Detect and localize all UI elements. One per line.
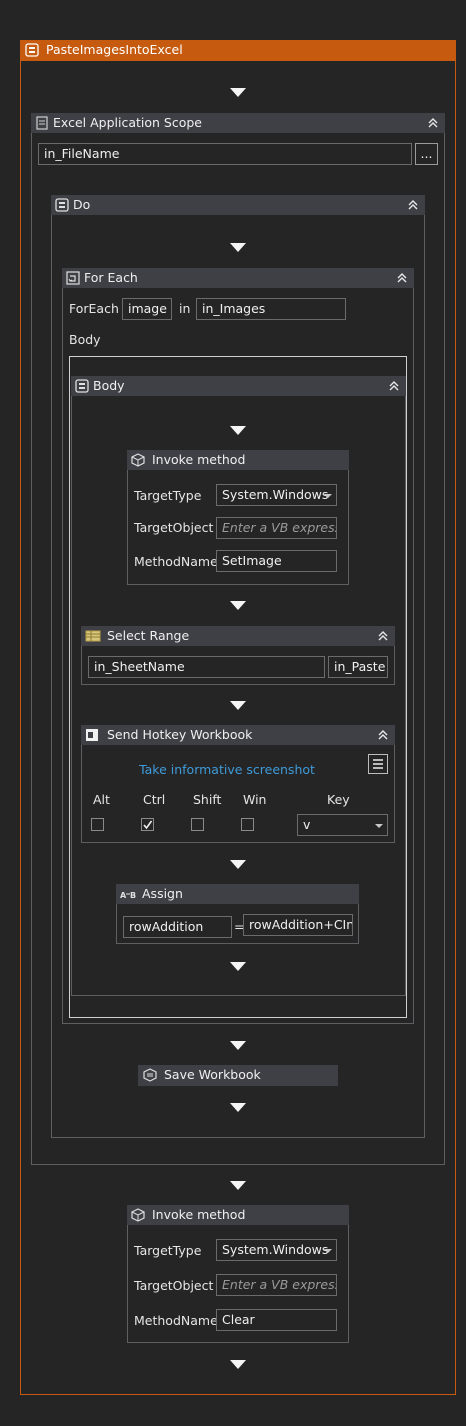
send-hotkey-header[interactable]: Send Hotkey Workbook xyxy=(81,725,395,745)
target-object-input[interactable]: Enter a VB express xyxy=(216,1274,337,1296)
key-select[interactable]: v xyxy=(297,814,388,836)
take-screenshot-link[interactable]: Take informative screenshot xyxy=(81,762,373,778)
cube-icon xyxy=(131,1208,145,1222)
shift-checkbox[interactable] xyxy=(191,818,204,831)
drop-arrow-icon xyxy=(230,1181,246,1190)
invoke-method-title: Invoke method xyxy=(152,452,246,467)
assign-title: Assign xyxy=(142,886,183,901)
shift-label: Shift xyxy=(193,792,222,807)
target-type-label: TargetType xyxy=(134,488,202,503)
dropdown-arrow-icon xyxy=(324,1249,332,1253)
for-each-header[interactable]: For Each xyxy=(62,268,414,288)
body-title: Body xyxy=(93,378,125,393)
for-each-icon xyxy=(66,271,80,285)
win-checkbox[interactable] xyxy=(241,818,254,831)
drop-arrow-icon xyxy=(230,962,246,971)
check-icon xyxy=(143,820,153,830)
keyboard-icon xyxy=(85,728,99,742)
collapse-icon[interactable] xyxy=(376,629,390,643)
assign-header[interactable]: AB Assign xyxy=(116,884,359,904)
excel-scope-header[interactable]: Excel Application Scope xyxy=(31,113,445,133)
target-type-value: System.Windows xyxy=(222,487,329,502)
drop-arrow-icon xyxy=(230,243,246,252)
foreach-collection-input[interactable]: in_Images xyxy=(196,298,346,320)
collapse-icon[interactable] xyxy=(387,379,401,393)
dropdown-arrow-icon xyxy=(324,494,332,498)
assign-value-input[interactable]: rowAddition+CIn xyxy=(243,914,353,936)
sheet-name-input[interactable]: in_SheetName xyxy=(88,656,325,678)
save-workbook-title: Save Workbook xyxy=(164,1067,261,1082)
key-label: Key xyxy=(327,792,350,807)
drop-arrow-icon xyxy=(230,701,246,710)
drop-arrow-icon xyxy=(230,860,246,869)
sequence-header[interactable]: PasteImagesIntoExcel xyxy=(20,40,456,61)
alt-label: Alt xyxy=(93,792,110,807)
drop-arrow-icon xyxy=(230,1103,246,1112)
foreach-item-input[interactable]: image xyxy=(122,298,172,320)
alt-checkbox[interactable] xyxy=(91,818,104,831)
method-name-input[interactable]: SetImage xyxy=(216,550,337,572)
menu-icon[interactable] xyxy=(368,754,388,774)
browse-button[interactable]: ... xyxy=(415,143,438,165)
assign-to-input[interactable]: rowAddition xyxy=(123,916,232,938)
method-name-label: MethodName xyxy=(134,554,218,569)
save-workbook-activity[interactable]: Save Workbook xyxy=(138,1065,338,1086)
key-value: v xyxy=(303,817,311,832)
target-object-placeholder: Enter a VB express xyxy=(222,520,337,535)
sequence-icon xyxy=(55,198,69,212)
sequence-icon xyxy=(75,379,89,393)
send-hotkey-title: Send Hotkey Workbook xyxy=(107,727,253,742)
save-workbook-icon xyxy=(143,1068,157,1082)
collapse-icon[interactable] xyxy=(426,116,440,130)
range-input[interactable]: in_Paste xyxy=(328,656,388,678)
drop-arrow-icon xyxy=(230,426,246,435)
target-type-select[interactable]: System.Windows xyxy=(216,1239,337,1261)
sequence-title: PasteImagesIntoExcel xyxy=(46,42,183,57)
target-type-value: System.Windows xyxy=(222,1242,329,1257)
invoke-method-header[interactable]: Invoke method xyxy=(127,1205,349,1225)
assign-icon: AB xyxy=(120,887,138,901)
svg-text:B: B xyxy=(130,891,136,900)
target-object-label: TargetObject xyxy=(134,1278,214,1293)
method-name-input[interactable]: Clear xyxy=(216,1309,337,1331)
method-name-label: MethodName xyxy=(134,1313,218,1328)
target-object-placeholder: Enter a VB express xyxy=(222,1277,337,1292)
target-object-input[interactable]: Enter a VB express xyxy=(216,517,337,539)
target-object-label: TargetObject xyxy=(134,520,214,535)
do-header[interactable]: Do xyxy=(51,195,425,215)
drop-arrow-icon xyxy=(230,1360,246,1369)
target-type-select[interactable]: System.Windows xyxy=(216,484,337,506)
foreach-label: ForEach xyxy=(69,301,119,316)
for-each-title: For Each xyxy=(84,270,138,285)
collapse-icon[interactable] xyxy=(395,271,409,285)
body-header[interactable]: Body xyxy=(71,376,406,396)
cube-icon xyxy=(131,453,145,467)
excel-scope-title: Excel Application Scope xyxy=(53,115,202,130)
svg-text:A: A xyxy=(120,891,127,900)
do-title: Do xyxy=(73,197,91,212)
workbook-path-input[interactable]: in_FileName xyxy=(38,143,412,165)
select-range-header[interactable]: Select Range xyxy=(81,626,395,646)
sequence-icon xyxy=(25,43,39,57)
ctrl-label: Ctrl xyxy=(143,792,166,807)
drop-arrow-icon xyxy=(230,601,246,610)
target-type-label: TargetType xyxy=(134,1243,202,1258)
ctrl-checkbox[interactable] xyxy=(141,818,154,831)
excel-document-icon xyxy=(35,116,49,130)
in-label: in xyxy=(179,301,191,316)
select-range-title: Select Range xyxy=(107,628,190,643)
drop-arrow-icon xyxy=(230,88,246,97)
dropdown-arrow-icon xyxy=(375,824,383,828)
body-label: Body xyxy=(69,332,101,347)
win-label: Win xyxy=(243,792,267,807)
range-icon xyxy=(85,629,101,643)
invoke-method-title: Invoke method xyxy=(152,1207,246,1222)
collapse-icon[interactable] xyxy=(376,728,390,742)
drop-arrow-icon xyxy=(230,1041,246,1050)
invoke-method-header[interactable]: Invoke method xyxy=(127,450,349,470)
collapse-icon[interactable] xyxy=(406,198,420,212)
